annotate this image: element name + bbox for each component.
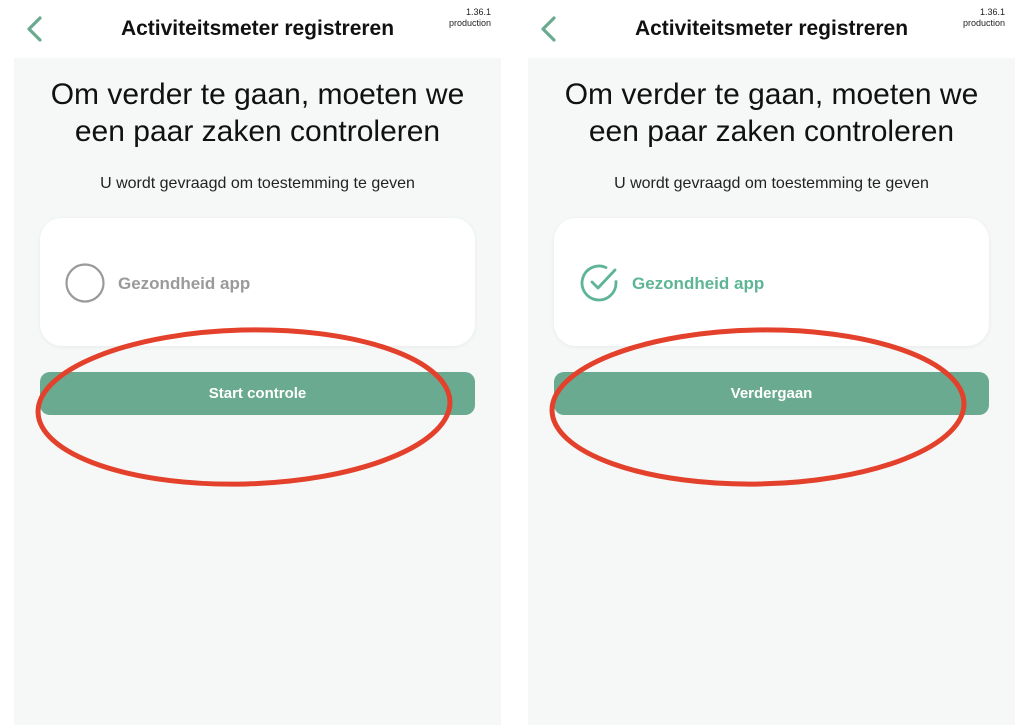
check-circle-icon bbox=[580, 264, 618, 302]
version-badge: 1.36.1 production bbox=[963, 7, 1005, 29]
permission-card-health-app[interactable]: Gezondheid app bbox=[554, 218, 989, 346]
main-heading: Om verder te gaan, moeten we een paar za… bbox=[50, 78, 465, 148]
main-heading: Om verder te gaan, moeten we een paar za… bbox=[564, 78, 979, 148]
app-header: Activiteitsmeter registreren 1.36.1 prod… bbox=[528, 0, 1015, 58]
version-number: 1.36.1 bbox=[979, 7, 1005, 17]
page-title: Activiteitsmeter registreren bbox=[634, 17, 909, 40]
screen-after-check: Activiteitsmeter registreren 1.36.1 prod… bbox=[528, 0, 1015, 725]
permission-card-health-app[interactable]: Gezondheid app bbox=[40, 218, 475, 346]
permission-label: Gezondheid app bbox=[118, 274, 251, 293]
empty-circle-icon bbox=[65, 263, 105, 303]
page-title: Activiteitsmeter registreren bbox=[120, 17, 395, 40]
main-content: Om verder te gaan, moeten we een paar za… bbox=[528, 58, 1015, 725]
version-number: 1.36.1 bbox=[465, 7, 491, 17]
screen-before-check: Activiteitsmeter registreren 1.36.1 prod… bbox=[14, 0, 501, 725]
subheading: U wordt gevraagd om toestemming te geven bbox=[614, 175, 929, 192]
start-check-button[interactable]: Start controle bbox=[40, 372, 475, 415]
version-badge: 1.36.1 production bbox=[449, 7, 491, 29]
app-header: Activiteitsmeter registreren 1.36.1 prod… bbox=[14, 0, 501, 58]
environment-label: production bbox=[962, 18, 1005, 28]
main-content: Om verder te gaan, moeten we een paar za… bbox=[14, 58, 501, 725]
subheading: U wordt gevraagd om toestemming te geven bbox=[100, 175, 415, 192]
continue-button[interactable]: Verdergaan bbox=[554, 372, 989, 415]
permission-label: Gezondheid app bbox=[632, 274, 765, 293]
environment-label: production bbox=[448, 18, 491, 28]
